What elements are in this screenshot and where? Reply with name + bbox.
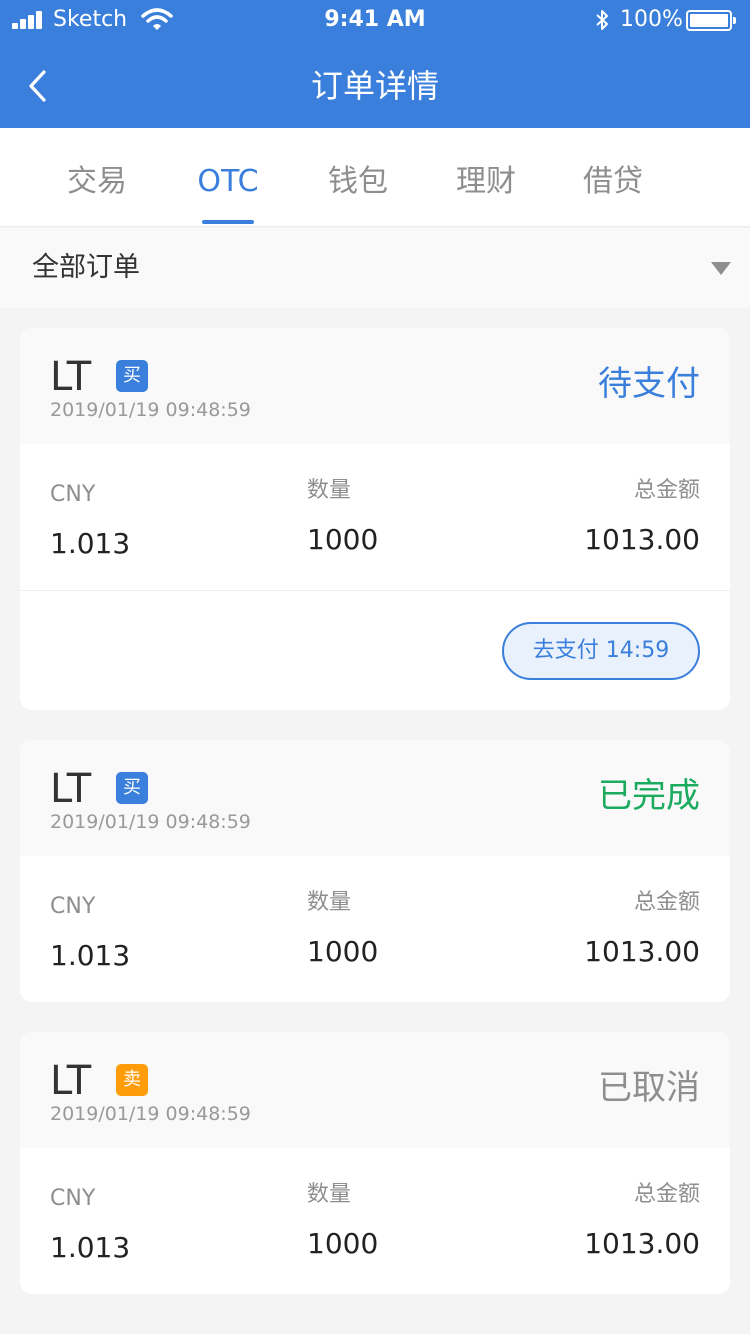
total-value: 1013.00 — [584, 523, 700, 556]
buy-tag: 买 — [116, 360, 148, 392]
order-time: 2019/01/19 09:48:59 — [50, 399, 251, 421]
price-label: CNY — [50, 1186, 96, 1211]
quantity-value: 1000 — [307, 523, 379, 556]
pay-button[interactable]: 去支付 14:59 — [502, 622, 700, 680]
price-value: 1.013 — [50, 527, 131, 560]
top-bar: Sketch 9:41 AM 100% 订单详情 — [0, 0, 750, 128]
price-value: 1.013 — [50, 939, 131, 972]
coin-symbol: LT — [50, 766, 92, 812]
caret-down-icon[interactable] — [711, 262, 731, 276]
quantity-value: 1000 — [307, 935, 379, 968]
order-card[interactable]: LT 卖 2019/01/19 09:48:59 已取消 CNY 数量 总金额 … — [20, 1032, 730, 1294]
coin-symbol: LT — [50, 354, 92, 400]
order-time: 2019/01/19 09:48:59 — [50, 1103, 251, 1125]
quantity-value: 1000 — [307, 1227, 379, 1260]
tab-bar: 交易 OTC 钱包 理财 借贷 — [0, 128, 750, 227]
quantity-label: 数量 — [307, 478, 352, 503]
total-label: 总金额 — [633, 1182, 700, 1207]
price-value: 1.013 — [50, 1231, 131, 1264]
page-title: 订单详情 — [310, 67, 439, 105]
order-header: LT 卖 2019/01/19 09:48:59 已取消 — [20, 1032, 730, 1148]
total-value: 1013.00 — [584, 935, 700, 968]
order-header: LT 买 2019/01/19 09:48:59 待支付 — [20, 328, 730, 444]
battery-icon — [686, 10, 736, 31]
tab-loan[interactable]: 借贷 — [553, 162, 673, 202]
order-time: 2019/01/19 09:48:59 — [50, 811, 251, 833]
coin-symbol: LT — [50, 1058, 92, 1104]
status-completed: 已完成 — [598, 776, 700, 816]
order-filter[interactable]: 全部订单 — [0, 228, 750, 308]
tab-wallet[interactable]: 钱包 — [298, 162, 418, 202]
order-card[interactable]: LT 买 2019/01/19 09:48:59 待支付 CNY 数量 总金额 … — [20, 328, 730, 710]
sell-tag: 卖 — [116, 1064, 148, 1096]
status-cancelled: 已取消 — [598, 1068, 700, 1108]
tab-trade[interactable]: 交易 — [37, 162, 157, 202]
bluetooth-icon — [596, 10, 608, 30]
order-card[interactable]: LT 买 2019/01/19 09:48:59 已完成 CNY 数量 总金额 … — [20, 740, 730, 1002]
tab-finance[interactable]: 理财 — [426, 162, 546, 202]
order-header: LT 买 2019/01/19 09:48:59 已完成 — [20, 740, 730, 856]
total-value: 1013.00 — [584, 1227, 700, 1260]
tab-otc[interactable]: OTC — [168, 162, 288, 202]
divider — [20, 590, 730, 591]
buy-tag: 买 — [116, 772, 148, 804]
price-label: CNY — [50, 482, 96, 507]
battery-percent: 100% — [620, 7, 683, 32]
total-label: 总金额 — [633, 890, 700, 915]
price-label: CNY — [50, 894, 96, 919]
status-pending: 待支付 — [598, 364, 700, 404]
tab-active-indicator — [202, 220, 254, 224]
total-label: 总金额 — [633, 478, 700, 503]
quantity-label: 数量 — [307, 890, 352, 915]
filter-label: 全部订单 — [32, 252, 140, 283]
quantity-label: 数量 — [307, 1182, 352, 1207]
status-bar: Sketch 9:41 AM 100% — [0, 0, 750, 40]
